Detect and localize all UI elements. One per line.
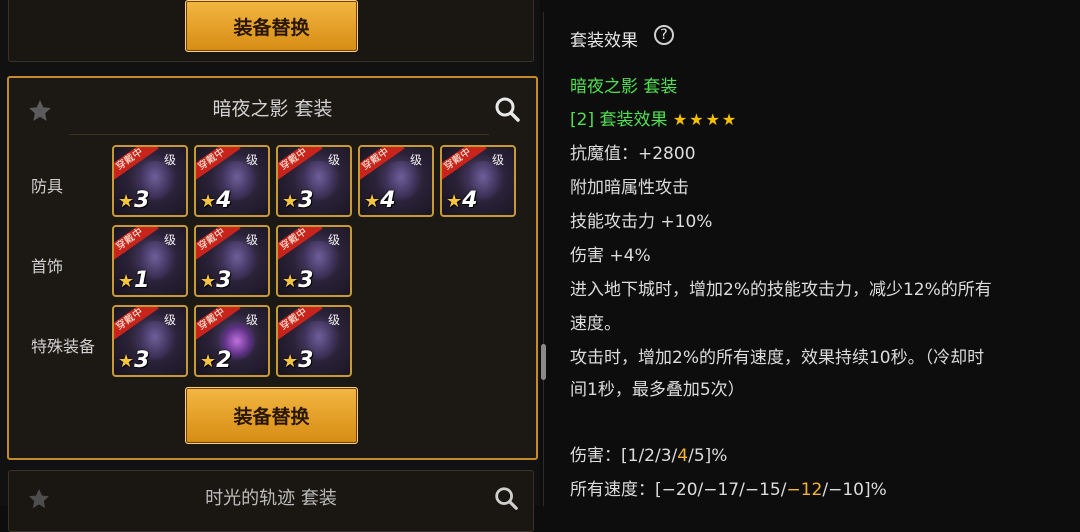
star-level: ★1: [118, 268, 150, 293]
row-label-special: 特殊装备: [31, 337, 96, 356]
splitter-handle[interactable]: [541, 344, 546, 380]
next-set-card[interactable]: 时光的轨迹 套装: [8, 470, 534, 532]
star-icon: ★: [200, 351, 217, 372]
star-level: ★3: [118, 188, 150, 213]
set-card-header: 暗夜之影 套装: [9, 78, 536, 134]
star-level: ★4: [200, 188, 232, 213]
equipment-slot[interactable]: 穿戴中 级 ★3: [112, 145, 188, 217]
search-icon[interactable]: [493, 95, 521, 123]
set-title: 暗夜之影 套装: [212, 98, 333, 120]
effect-line: 附加暗属性攻击: [570, 178, 689, 198]
effect-line: 间1秒，最多叠加5次）: [570, 380, 745, 400]
equipment-slot[interactable]: 穿戴中 级 ★4: [194, 145, 270, 217]
star-icon: ★: [118, 351, 135, 372]
bonus-stars: ★★★★: [672, 110, 739, 129]
equipment-slot[interactable]: 穿戴中 级 ★3: [194, 225, 270, 297]
star-icon: ★: [282, 271, 299, 292]
effect-line: 进入地下城时，增加2%的技能攻击力，减少12%的所有: [570, 280, 992, 300]
bonus-header: [2] 套装效果: [570, 110, 668, 130]
star-level: ★2: [200, 348, 232, 373]
star-level: ★4: [446, 188, 478, 213]
equip-swap-button[interactable]: 装备替换: [185, 387, 358, 444]
star-icon: ★: [118, 191, 135, 212]
equip-swap-button-previous[interactable]: 装备替换: [185, 0, 358, 52]
star-icon: ★: [282, 351, 299, 372]
panel-title: 套装效果: [570, 31, 638, 51]
star-icon: ★: [282, 191, 299, 212]
set-name: 暗夜之影 套装: [570, 77, 678, 97]
set-effect-panel: 套装效果 ? 暗夜之影 套装 [2] 套装效果 ★★★★ 抗魔值：+2800 附…: [556, 0, 1080, 506]
damage-scaling-line: 伤害：[1/2/3/4/5]%: [570, 446, 728, 466]
equipment-slot[interactable]: 穿戴中 级 ★4: [358, 145, 434, 217]
header-divider: [69, 134, 489, 135]
bonus-header-line: [2] 套装效果 ★★★★: [570, 105, 738, 130]
effect-line: 技能攻击力 +10%: [570, 212, 713, 232]
star-icon: ★: [364, 191, 381, 212]
effect-line: 攻击时，增加2%的所有速度，效果持续10秒。（冷却时: [570, 348, 985, 368]
effect-line: 速度。: [570, 314, 621, 334]
question-circle-icon[interactable]: ?: [654, 25, 674, 45]
star-icon: ★: [118, 271, 135, 292]
effect-line: 抗魔值：+2800: [570, 144, 696, 164]
star-level: ★3: [282, 188, 314, 213]
star-icon: ★: [446, 191, 463, 212]
equipment-slot[interactable]: 穿戴中 级 ★3: [112, 305, 188, 377]
equipment-slot[interactable]: 穿戴中 级 ★2: [194, 305, 270, 377]
equipment-slot[interactable]: 穿戴中 级 ★3: [276, 305, 352, 377]
speed-scaling-line: 所有速度：[−20/−17/−15/−12/−10]%: [570, 480, 887, 500]
star-level: ★3: [282, 268, 314, 293]
equipment-slot[interactable]: 穿戴中 级 ★4: [440, 145, 516, 217]
splitter-line: [543, 12, 544, 506]
equipment-slot[interactable]: 穿戴中 级 ★1: [112, 225, 188, 297]
next-set-title: 时光的轨迹 套装: [205, 488, 337, 509]
star-level: ★3: [118, 348, 150, 373]
star-icon: ★: [200, 191, 217, 212]
star-icon: ★: [200, 271, 217, 292]
star-level: ★4: [364, 188, 396, 213]
star-level: ★3: [200, 268, 232, 293]
equipment-slot[interactable]: 穿戴中 级 ★3: [276, 225, 352, 297]
row-label-accessory: 首饰: [31, 257, 64, 276]
search-icon[interactable]: [493, 485, 519, 511]
set-list-panel: 装备替换 暗夜之影 套装 防具 穿戴中 级 ★3 穿戴中 级 ★4 穿戴中 级 …: [0, 0, 540, 532]
row-label-armor: 防具: [31, 177, 64, 196]
equipment-slot[interactable]: 穿戴中 级 ★3: [276, 145, 352, 217]
effect-line: 伤害 +4%: [570, 246, 651, 266]
panel-splitter[interactable]: [540, 12, 548, 506]
star-level: ★3: [282, 348, 314, 373]
